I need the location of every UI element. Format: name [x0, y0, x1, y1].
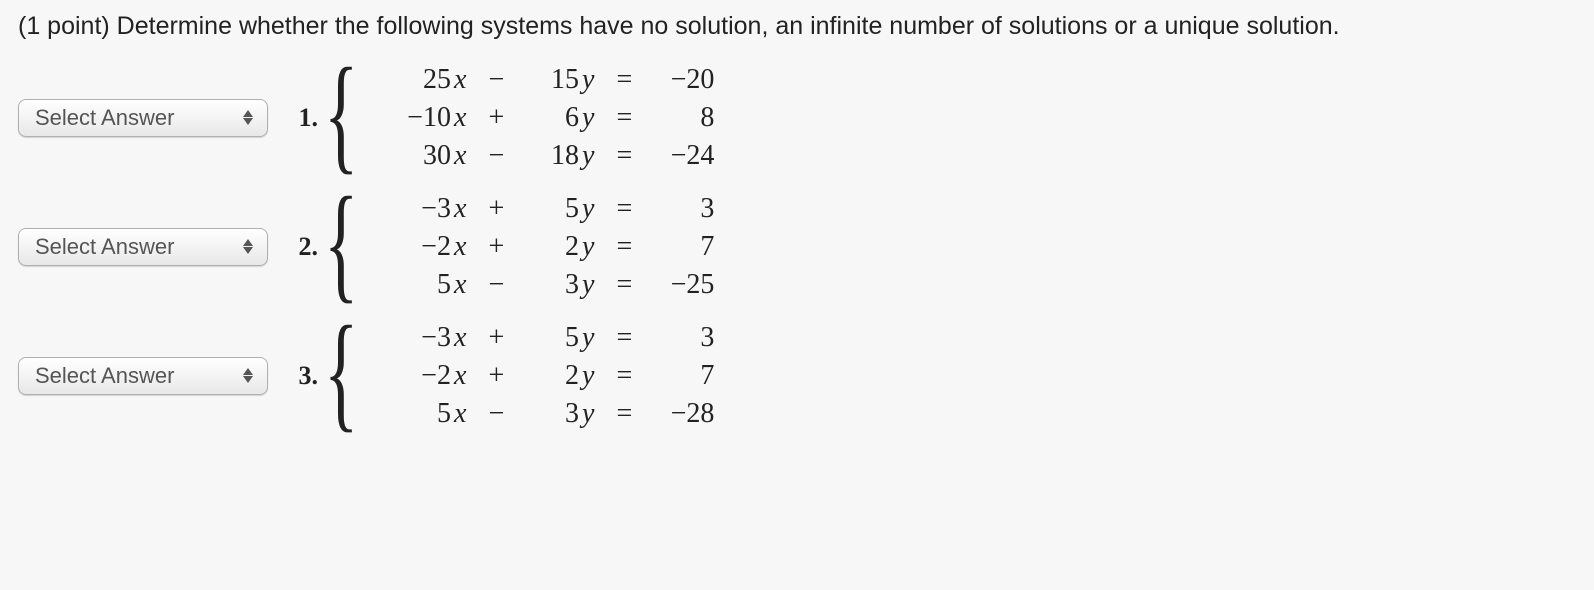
problem-number: 1. — [268, 103, 324, 133]
answer-select-1[interactable]: Select Answer — [18, 99, 268, 137]
equation-table: −3x + 5y = 3 −2x + 2y = 7 5x − 3y = −25 — [390, 190, 722, 304]
equation-row: 5x − 3y = −28 — [390, 395, 722, 433]
question-prompt: (1 point) Determine whether the followin… — [18, 12, 1576, 41]
equation-row: −10x + 6y = 8 — [390, 99, 722, 137]
equation-row: 5x − 3y = −25 — [390, 266, 722, 304]
problem-number: 2. — [268, 232, 324, 262]
equation-row: −2x + 2y = 7 — [390, 357, 722, 395]
select-placeholder: Select Answer — [35, 363, 174, 389]
equation-row: 30x − 18y = −24 — [390, 137, 722, 175]
problem-row: Select Answer 2. { −3x + 5y = 3 −2x + 2y… — [18, 188, 1576, 305]
problem-row: Select Answer 1. { 25x − 15y = −20 −10x … — [18, 59, 1576, 176]
equation-system-3: { −3x + 5y = 3 −2x + 2y = 7 5x − 3y = −2 — [324, 317, 722, 434]
select-placeholder: Select Answer — [35, 105, 174, 131]
problem-number: 3. — [268, 361, 324, 391]
equation-table: 25x − 15y = −20 −10x + 6y = 8 30x − 18y … — [390, 61, 722, 175]
answer-select-3[interactable]: Select Answer — [18, 357, 268, 395]
equation-row: −3x + 5y = 3 — [390, 190, 722, 228]
equation-table: −3x + 5y = 3 −2x + 2y = 7 5x − 3y = −28 — [390, 319, 722, 433]
prompt-text: Determine whether the following systems … — [117, 12, 1340, 40]
equation-system-1: { 25x − 15y = −20 −10x + 6y = 8 30x − 18… — [324, 59, 722, 176]
select-placeholder: Select Answer — [35, 234, 174, 260]
stepper-icon — [241, 365, 255, 387]
equation-row: −2x + 2y = 7 — [390, 228, 722, 266]
points-label: (1 point) — [18, 12, 117, 40]
equation-row: −3x + 5y = 3 — [390, 319, 722, 357]
left-brace-icon: { — [324, 185, 358, 302]
equation-row: 25x − 15y = −20 — [390, 61, 722, 99]
left-brace-icon: { — [324, 314, 358, 431]
stepper-icon — [241, 107, 255, 129]
stepper-icon — [241, 236, 255, 258]
equation-system-2: { −3x + 5y = 3 −2x + 2y = 7 5x − 3y = −2 — [324, 188, 722, 305]
answer-select-2[interactable]: Select Answer — [18, 228, 268, 266]
left-brace-icon: { — [324, 56, 358, 173]
problem-row: Select Answer 3. { −3x + 5y = 3 −2x + 2y… — [18, 317, 1576, 434]
